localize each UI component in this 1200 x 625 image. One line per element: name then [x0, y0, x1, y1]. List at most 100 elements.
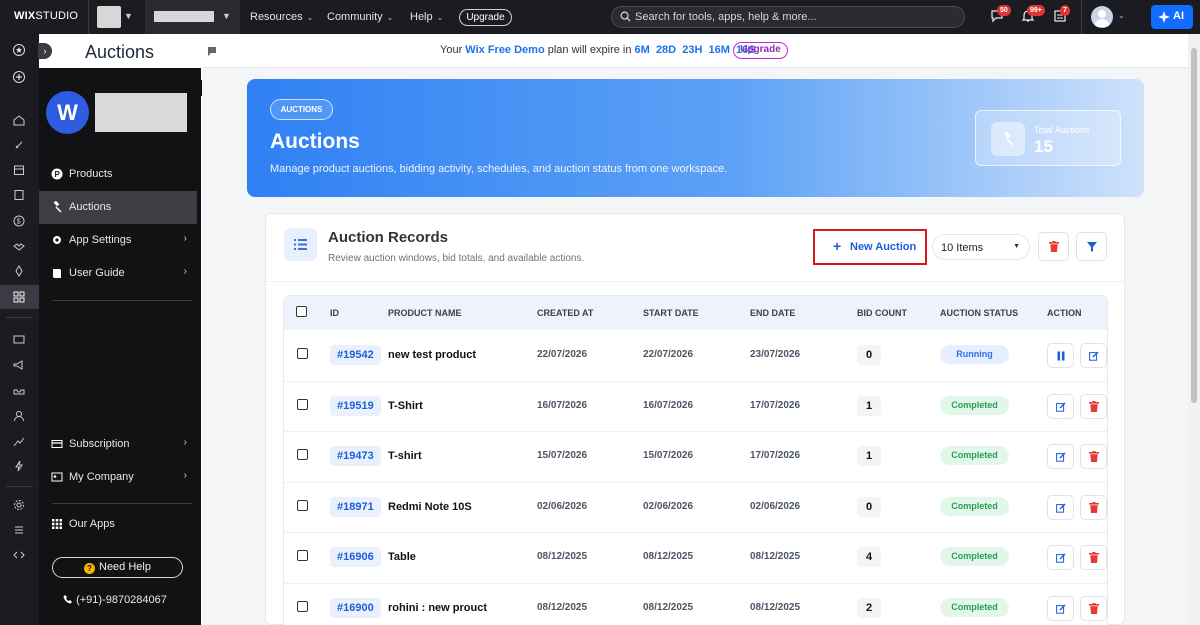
bid-count: 0 — [857, 345, 881, 366]
chevron-right-icon: › — [183, 437, 187, 448]
auction-id-link[interactable]: #19473 — [330, 446, 381, 467]
phone-number: (+91)-9870284067 — [63, 594, 167, 606]
tray-icon[interactable] — [13, 384, 25, 396]
row-checkbox[interactable] — [297, 550, 308, 562]
handshake-icon[interactable] — [13, 240, 25, 252]
delete-auction-button[interactable] — [1080, 444, 1107, 470]
code-icon[interactable] — [13, 549, 25, 561]
wix-studio-logo[interactable]: WIXSTUDIO — [14, 10, 78, 22]
feedback-icon[interactable] — [206, 45, 218, 57]
col-product-name[interactable]: PRODUCT NAME — [388, 308, 462, 318]
delete-auction-button[interactable] — [1080, 545, 1107, 571]
sidebar-item-my-company[interactable]: My Company › — [39, 461, 197, 494]
document-icon[interactable] — [13, 189, 25, 201]
star-icon[interactable] — [13, 44, 25, 56]
edit-auction-button[interactable] — [1047, 393, 1074, 419]
search-input[interactable]: Search for tools, apps, help & more... — [611, 6, 965, 28]
contacts-icon[interactable] — [13, 410, 25, 422]
sidebar-item-subscription[interactable]: Subscription › — [39, 428, 197, 461]
analytics-icon[interactable] — [13, 435, 25, 447]
nav-resources[interactable]: Resources ⌄ — [250, 11, 313, 23]
grid-icon — [52, 519, 62, 529]
edit-auction-button[interactable] — [1047, 595, 1074, 621]
upgrade-button[interactable]: Upgrade — [459, 9, 512, 26]
app-logo: W — [46, 91, 89, 134]
delete-auction-button[interactable] — [1080, 595, 1107, 621]
start-date: 22/07/2026 — [643, 349, 694, 361]
sidebar-item-auctions[interactable]: Auctions — [39, 191, 197, 224]
edit-auction-button[interactable] — [1047, 444, 1074, 470]
pause-auction-button[interactable] — [1047, 343, 1074, 369]
created-at: 15/07/2026 — [537, 450, 588, 462]
megaphone-icon[interactable] — [13, 359, 25, 371]
chevron-down-icon[interactable]: ⌄ — [1118, 11, 1125, 20]
col-created-at[interactable]: CREATED AT — [537, 308, 593, 318]
col-end-date[interactable]: END DATE — [750, 308, 795, 318]
row-checkbox[interactable] — [297, 449, 308, 461]
select-all-checkbox[interactable] — [296, 306, 307, 317]
row-checkbox[interactable] — [297, 398, 308, 410]
auction-id-link[interactable]: #16900 — [330, 597, 381, 618]
chevron-right-icon: › — [183, 266, 187, 277]
auction-id-link[interactable]: #18971 — [330, 496, 381, 517]
home-icon[interactable] — [13, 114, 25, 126]
sidebar-item-user-guide[interactable]: User Guide › — [39, 257, 197, 290]
status-badge: Completed — [940, 597, 1009, 617]
auction-id-link[interactable]: #19542 — [330, 345, 381, 366]
sparkle-icon — [1158, 11, 1170, 23]
divider — [52, 300, 192, 301]
edit-icon — [1056, 503, 1066, 513]
card-subtitle: Review auction windows, bid totals, and … — [328, 253, 585, 264]
col-id[interactable]: ID — [330, 308, 339, 318]
created-at: 08/12/2025 — [537, 601, 588, 613]
nav-help[interactable]: Help ⌄ — [410, 11, 443, 23]
sidebar-item-our-apps[interactable]: Our Apps — [39, 508, 197, 541]
end-date: 17/07/2026 — [750, 399, 801, 411]
row-checkbox[interactable] — [297, 600, 308, 612]
page-size-select[interactable]: 10 Items ▼ — [932, 234, 1030, 260]
col-auction-status[interactable]: AUCTION STATUS — [940, 308, 1018, 318]
calendar-icon[interactable] — [13, 164, 25, 176]
list-icon[interactable] — [13, 524, 25, 536]
delete-auction-button[interactable] — [1080, 393, 1107, 419]
new-auction-button[interactable]: + New Auction — [821, 236, 919, 258]
site-thumbnail[interactable] — [97, 6, 121, 28]
trial-upgrade-button[interactable]: Upgrade — [733, 42, 788, 59]
apps-icon[interactable] — [13, 291, 25, 303]
settings-icon[interactable] — [13, 499, 25, 511]
row-checkbox[interactable] — [297, 499, 308, 511]
bid-count: 2 — [857, 597, 881, 618]
bid-count: 4 — [857, 547, 881, 568]
edit-auction-button[interactable] — [1047, 545, 1074, 571]
row-divider — [284, 532, 1107, 533]
chevron-down-icon[interactable]: ▼ — [222, 11, 231, 21]
add-icon[interactable] — [13, 71, 25, 83]
bulk-delete-button[interactable] — [1038, 232, 1069, 261]
chevron-down-icon[interactable]: ▼ — [124, 11, 133, 21]
pen-icon[interactable] — [13, 265, 25, 277]
sidebar-item-products[interactable]: P Products — [39, 158, 197, 191]
need-help-button[interactable]: ? Need Help — [52, 557, 183, 578]
start-date: 15/07/2026 — [643, 450, 694, 462]
filter-button[interactable] — [1076, 232, 1107, 261]
inbox-icon[interactable] — [13, 334, 25, 346]
page-title: Auctions — [85, 42, 155, 62]
col-bid-count[interactable]: BID COUNT — [857, 308, 907, 318]
col-start-date[interactable]: START DATE — [643, 308, 699, 318]
row-checkbox[interactable] — [297, 348, 308, 360]
nav-community[interactable]: Community ⌄ — [327, 11, 393, 23]
product-name: Table — [388, 551, 416, 564]
rocket-icon[interactable] — [13, 139, 25, 151]
avatar[interactable] — [1091, 6, 1113, 28]
dollar-icon[interactable]: $ — [13, 215, 25, 227]
sidebar-item-app-settings[interactable]: App Settings › — [39, 224, 197, 257]
ai-button[interactable]: AI — [1151, 5, 1193, 29]
auction-id-link[interactable]: #19519 — [330, 395, 381, 416]
automation-icon[interactable] — [13, 460, 25, 472]
edit-auction-button[interactable] — [1080, 343, 1107, 369]
delete-auction-button[interactable] — [1080, 494, 1107, 520]
scrollbar-thumb[interactable] — [1191, 48, 1197, 403]
auction-id-link[interactable]: #16906 — [330, 547, 381, 568]
edit-auction-button[interactable] — [1047, 494, 1074, 520]
product-name: rohini : new prouct — [388, 601, 487, 614]
